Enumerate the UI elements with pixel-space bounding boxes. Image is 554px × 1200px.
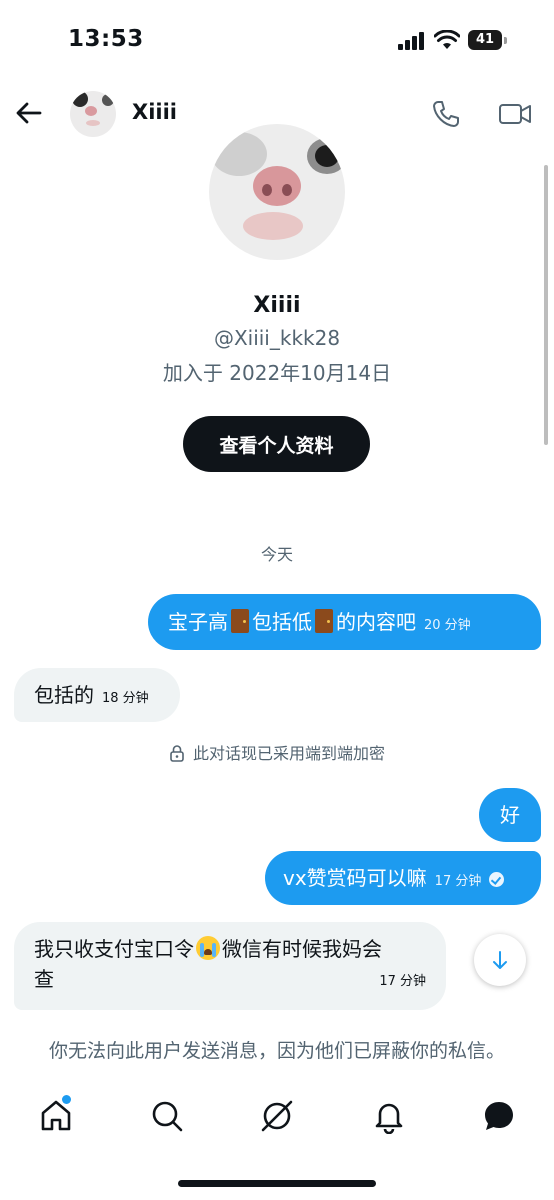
message-text: 微信有时候我妈会 bbox=[222, 937, 382, 961]
header-name[interactable]: Xiiii bbox=[132, 100, 177, 124]
battery-icon: 41 bbox=[468, 30, 508, 50]
encryption-notice-text: 此对话现已采用端到端加密 bbox=[192, 744, 385, 763]
cellular-signal-icon bbox=[398, 32, 424, 50]
message-text: 查 bbox=[34, 967, 54, 991]
crying-face-emoji-icon bbox=[196, 936, 220, 960]
message-text: vx赞赏码可以嘛 bbox=[283, 866, 427, 890]
date-separator: 今天 bbox=[260, 545, 293, 564]
home-indicator bbox=[178, 1180, 376, 1187]
message-bubble-outgoing[interactable]: 宝子高 包括低 的内容吧 20 分钟 bbox=[148, 594, 541, 650]
view-profile-button[interactable]: 查看个人资料 bbox=[183, 416, 370, 472]
lock-icon bbox=[170, 745, 184, 762]
wifi-icon bbox=[434, 30, 460, 49]
read-receipt-icon bbox=[489, 872, 505, 887]
door-emoji-icon bbox=[231, 609, 249, 633]
bell-icon[interactable] bbox=[371, 1098, 407, 1134]
message-bubble-outgoing[interactable]: vx赞赏码可以嘛 17 分钟 bbox=[265, 851, 541, 905]
notification-dot bbox=[62, 1095, 71, 1104]
message-bubble-incoming[interactable]: 我只收支付宝口令 微信有时候我妈会 查 17 分钟 bbox=[14, 922, 446, 1010]
video-icon[interactable] bbox=[498, 99, 532, 129]
message-text: 包括低 bbox=[252, 610, 312, 634]
message-text: 宝子高 bbox=[168, 610, 228, 634]
profile-handle: @Xiiii_kkk28 bbox=[213, 326, 341, 350]
message-text: 好 bbox=[500, 803, 520, 827]
encryption-notice: 此对话现已采用端到端加密 bbox=[0, 740, 554, 764]
status-time: 13:53 bbox=[68, 26, 144, 52]
arrow-down-icon bbox=[493, 951, 507, 969]
door-emoji-icon bbox=[315, 609, 333, 633]
message-bubble-incoming[interactable]: 包括的 18 分钟 bbox=[14, 668, 180, 722]
phone-icon[interactable] bbox=[430, 98, 462, 130]
arrow-left-icon[interactable] bbox=[14, 98, 44, 128]
search-icon[interactable] bbox=[149, 1098, 185, 1134]
profile-avatar[interactable] bbox=[209, 124, 345, 260]
message-timestamp: 18 分钟 bbox=[102, 691, 149, 706]
header-avatar[interactable] bbox=[70, 91, 116, 137]
scroll-to-bottom-button[interactable] bbox=[474, 934, 526, 986]
message-timestamp: 17 分钟 bbox=[379, 974, 426, 989]
blocked-notice: 你无法向此用户发送消息，因为他们已屏蔽你的私信。 bbox=[48, 1040, 505, 1062]
profile-joined-date: 加入于 2022年10月14日 bbox=[162, 361, 392, 385]
profile-name: Xiiii bbox=[253, 293, 301, 318]
message-text: 包括的 bbox=[34, 683, 94, 707]
message-timestamp: 17 分钟 bbox=[434, 874, 482, 889]
message-text: 的内容吧 bbox=[336, 610, 416, 634]
message-text: 我只收支付宝口令 bbox=[34, 937, 194, 961]
message-timestamp: 20 分钟 bbox=[424, 618, 471, 633]
message-bubble-outgoing[interactable]: 好 bbox=[479, 788, 541, 842]
grok-icon[interactable] bbox=[259, 1098, 295, 1134]
battery-level: 41 bbox=[475, 32, 495, 47]
messages-icon[interactable] bbox=[481, 1098, 517, 1134]
